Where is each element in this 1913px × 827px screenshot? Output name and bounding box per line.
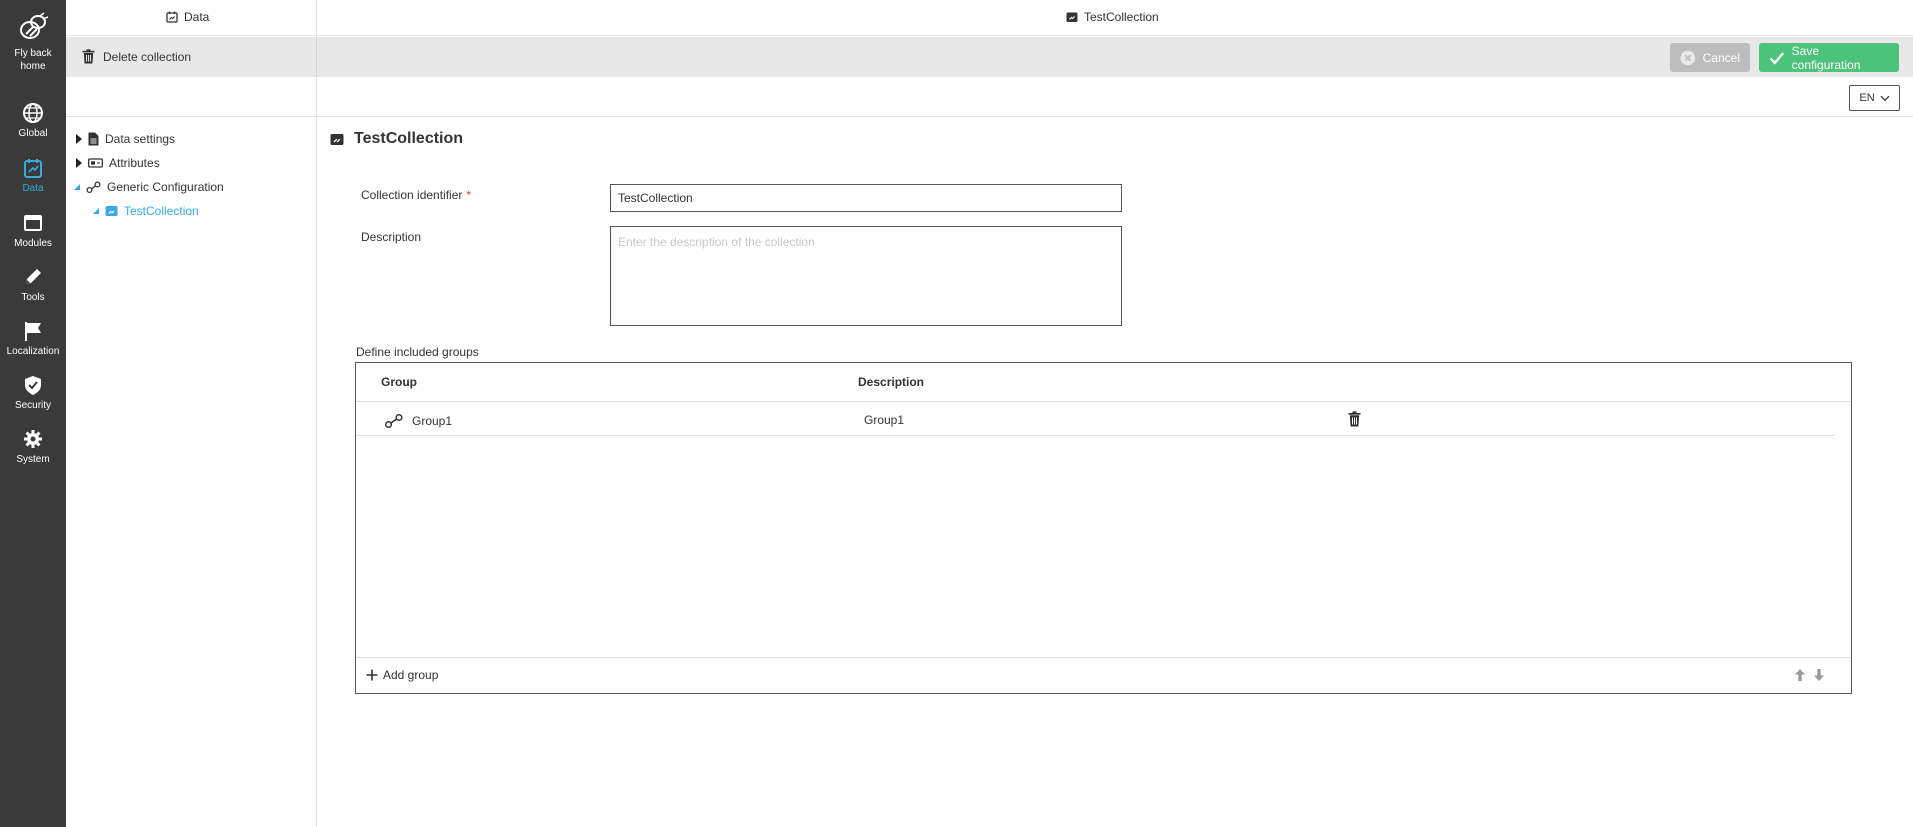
toolbar-divider	[316, 37, 317, 77]
add-group-button[interactable]: Add group	[366, 668, 438, 682]
nav-localization[interactable]: Localization	[0, 320, 66, 358]
add-group-label: Add group	[383, 668, 439, 682]
document-icon	[88, 132, 99, 146]
link-icon	[86, 180, 101, 193]
nav-label: Security	[14, 400, 52, 411]
tree-item-data-settings[interactable]: Data settings	[76, 129, 175, 149]
column-header-description[interactable]: Description	[858, 375, 924, 389]
attributes-icon	[88, 158, 103, 168]
page-title: TestCollection	[330, 130, 463, 148]
caret-expanded-icon[interactable]	[74, 184, 80, 190]
groups-section-label: Define included groups	[356, 345, 479, 359]
tab-data-label: Data	[184, 10, 210, 24]
table-footer: Add group	[356, 657, 1851, 693]
column-header-group[interactable]: Group	[381, 375, 417, 389]
description-textarea[interactable]	[610, 226, 1122, 326]
delete-collection-button[interactable]: Delete collection	[82, 49, 191, 64]
trash-icon[interactable]	[1348, 411, 1361, 427]
group-description: Group1	[864, 413, 905, 427]
gear-icon	[24, 430, 42, 448]
app-window: Fly back home Global Data Modules Tools …	[0, 0, 1913, 827]
tree-item-generic-configuration[interactable]: Generic Configuration	[74, 177, 224, 197]
data-icon	[24, 159, 42, 178]
nav-label: Modules	[14, 238, 52, 249]
nav-label: Global	[18, 128, 48, 139]
header-divider	[316, 0, 317, 36]
plus-icon	[366, 669, 378, 681]
move-up-icon[interactable]	[1794, 668, 1806, 682]
main-panel: TestCollection Collection identifier* De…	[318, 117, 1913, 827]
cancel-button[interactable]: Cancel	[1670, 43, 1750, 72]
move-down-icon[interactable]	[1813, 668, 1825, 682]
options-bar: EN	[66, 77, 1913, 117]
tree-label: TestCollection	[124, 204, 199, 218]
caret-right-icon[interactable]	[76, 134, 82, 144]
nav-system[interactable]: System	[0, 428, 66, 466]
nav-data[interactable]: Data	[0, 157, 66, 195]
tree-label: Attributes	[109, 156, 160, 170]
tree-item-attributes[interactable]: Attributes	[76, 153, 160, 173]
group-cell: Group1	[384, 413, 452, 429]
collection-identifier-label: Collection identifier *	[361, 188, 471, 202]
caret-expanded-icon[interactable]	[93, 208, 99, 214]
cancel-label: Cancel	[1702, 50, 1740, 65]
nav-label: Tools	[21, 292, 45, 303]
collection-icon	[105, 206, 118, 216]
nav-label-line1: Fly back	[14, 48, 52, 59]
collection-identifier-label-text: Collection identifier	[361, 188, 463, 202]
trash-icon	[82, 49, 95, 64]
checkmark-icon	[1769, 51, 1785, 65]
save-configuration-label: Save configuration	[1791, 43, 1861, 72]
cancel-circle-icon	[1680, 50, 1696, 65]
toolbar: Delete collection Cancel Save configurat…	[66, 37, 1913, 77]
tree-item-testcollection[interactable]: TestCollection	[93, 201, 199, 221]
data-icon	[166, 11, 178, 23]
tree-label: Generic Configuration	[107, 180, 224, 194]
groups-table: Group Description Group1 Group1 Add grou…	[355, 362, 1852, 694]
bee-logo-icon	[20, 12, 49, 39]
nav-global[interactable]: Global	[0, 102, 66, 140]
table-header: Group Description	[356, 363, 1851, 402]
tree-panel: Data settings Attributes Generic Configu…	[66, 117, 317, 827]
tab-data[interactable]: Data	[166, 10, 209, 24]
language-select[interactable]: EN	[1849, 85, 1900, 111]
nav-tools[interactable]: Tools	[0, 266, 66, 304]
description-cell: Group1	[864, 413, 904, 427]
description-label: Description	[361, 230, 422, 244]
group-name: Group1	[412, 414, 453, 428]
chevron-down-icon	[1880, 95, 1890, 101]
save-configuration-button[interactable]: Save configuration	[1759, 43, 1899, 72]
globe-icon	[23, 103, 43, 123]
modules-icon	[24, 215, 42, 231]
nav-fly-back-home[interactable]: Fly back home	[0, 12, 66, 73]
flag-icon	[25, 322, 41, 341]
nav-label-line2: home	[20, 61, 46, 72]
collection-identifier-input[interactable]	[610, 184, 1122, 212]
nav-label: Localization	[6, 346, 60, 357]
nav-label: Data	[22, 183, 44, 194]
tab-testcollection-label: TestCollection	[1084, 10, 1159, 24]
nav-label: System	[16, 454, 50, 465]
delete-collection-label: Delete collection	[103, 49, 192, 64]
pencil-icon	[26, 269, 41, 284]
table-row[interactable]: Group1 Group1	[356, 403, 1835, 436]
tab-header: Data TestCollection	[66, 0, 1913, 36]
options-divider	[316, 77, 317, 117]
nav-rail: Fly back home Global Data Modules Tools …	[0, 0, 66, 827]
nav-security[interactable]: Security	[0, 374, 66, 412]
shield-icon	[25, 376, 41, 395]
page-title-text: TestCollection	[354, 130, 464, 147]
language-value: EN	[1859, 92, 1875, 104]
caret-right-icon[interactable]	[76, 158, 82, 168]
nav-modules[interactable]: Modules	[0, 212, 66, 250]
collection-icon	[330, 133, 344, 145]
tree-label: Data settings	[105, 132, 176, 146]
required-marker: *	[466, 188, 472, 202]
tab-testcollection[interactable]: TestCollection	[1066, 10, 1159, 24]
collection-icon	[1066, 12, 1078, 22]
link-icon	[384, 413, 403, 429]
